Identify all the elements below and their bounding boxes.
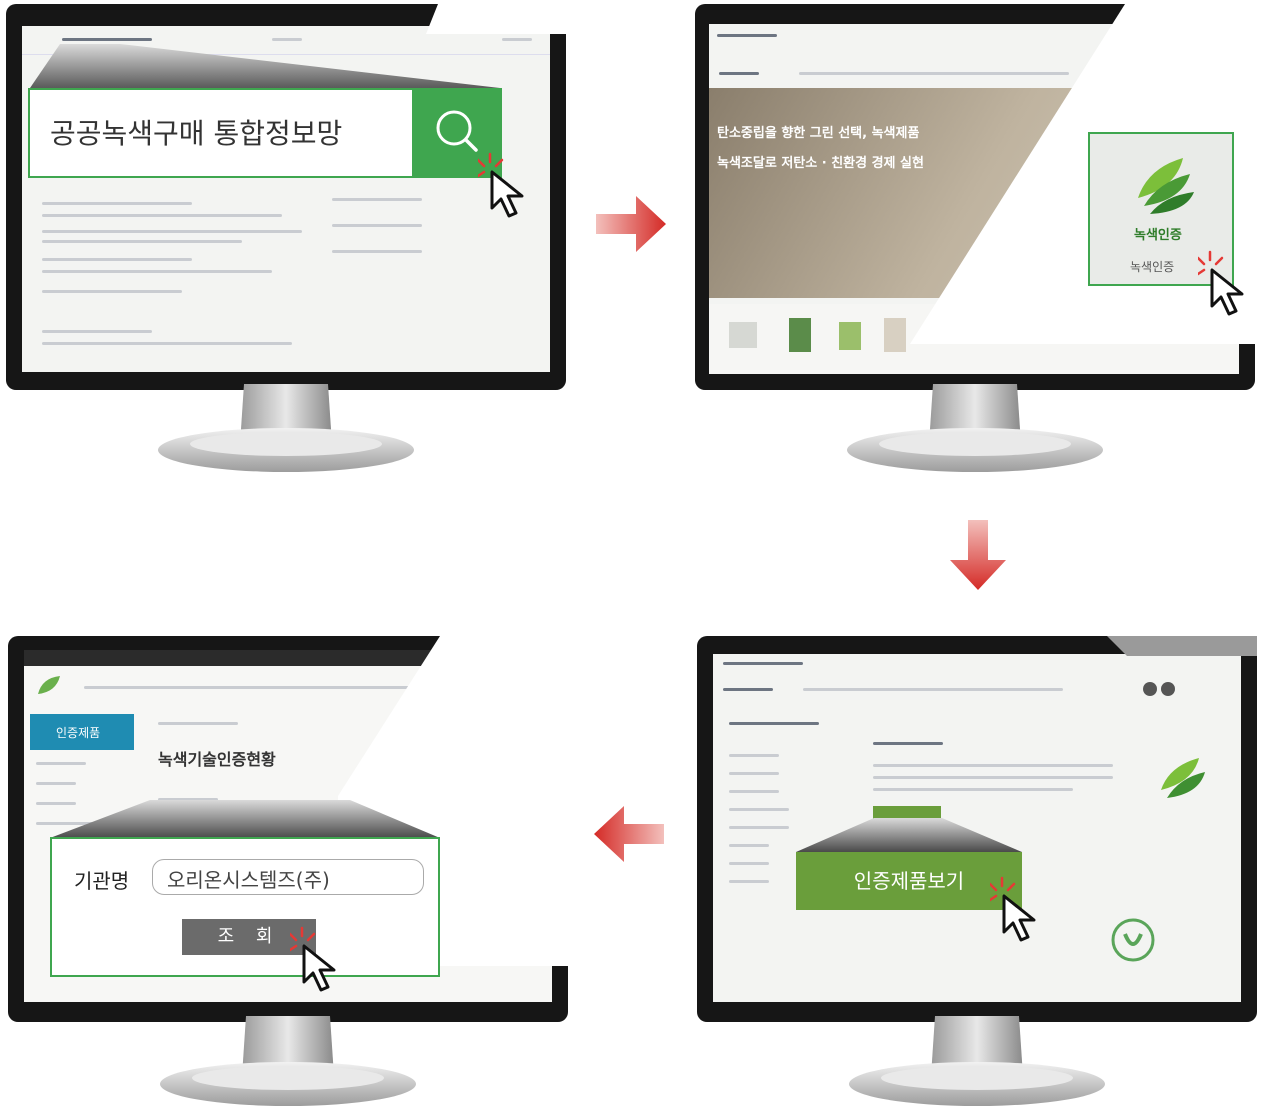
search-query-text: 공공녹색구매 통합정보망 [50,117,343,150]
bezel-cut [1107,636,1257,656]
monitor-stand [160,1016,416,1106]
arrow-left-icon [594,806,664,862]
monitor-stand [158,384,414,472]
green-mark-label: 녹색인증 [1134,228,1182,243]
green-mark-logo-icon [1138,158,1194,214]
callout-wedge [796,818,1022,852]
arrow-right-icon [596,196,666,252]
cursor-pointer-icon [1198,250,1244,316]
view-certified-products-button[interactable]: 인증제품보기 [796,852,1022,910]
callout-wedge [30,44,500,88]
green-mark-caption: 녹색인증 [1130,260,1175,274]
cursor-pointer-icon [478,152,524,218]
callout-wedge [50,800,440,838]
arrow-down-icon [950,520,1006,590]
search-submit-label: 조 회 [217,926,281,947]
agency-name-input[interactable]: 오리온시스템즈(주) [152,859,424,895]
search-form-panel: 기관명 오리온시스템즈(주) 조 회 [50,837,440,977]
cursor-pointer-icon [990,876,1036,942]
view-certified-products-label: 인증제품보기 [853,869,965,893]
agency-name-value: 오리온시스템즈(주) [167,868,330,892]
monitor-stand [847,384,1103,472]
agency-name-label: 기관명 [74,869,130,893]
bezel-cut [426,4,566,34]
certification-logo-icon [1111,918,1155,962]
monitor-stand [849,1016,1105,1106]
cursor-pointer-icon [290,926,336,992]
green-mark-logo-icon [1161,758,1205,798]
